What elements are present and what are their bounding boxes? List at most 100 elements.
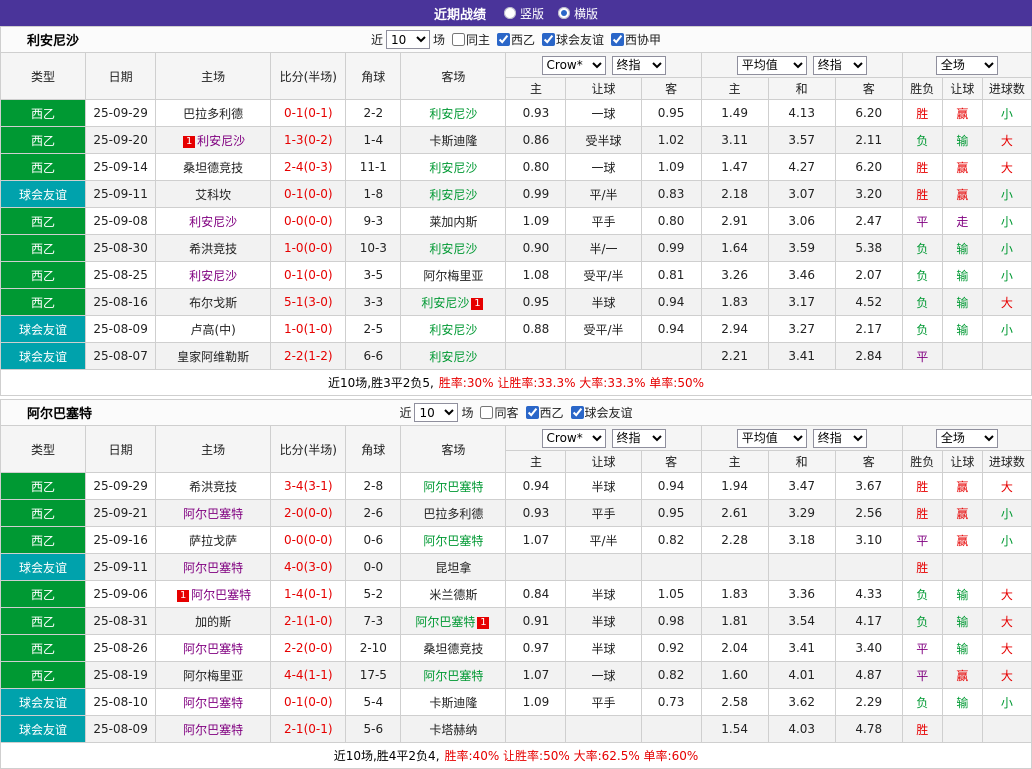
- date-cell: 25-08-19: [85, 661, 157, 689]
- corner-cell: 9-3: [345, 207, 402, 235]
- odds-cell: 1.81: [700, 607, 769, 635]
- section-2-filter-checkbox-1[interactable]: [480, 406, 494, 419]
- odds-cell: 1.09: [640, 153, 702, 181]
- section-2-company-select[interactable]: Crow*: [541, 428, 606, 448]
- odds-cell: 3.20: [834, 180, 903, 208]
- section-1-recent-count-select[interactable]: 10: [385, 30, 430, 49]
- score-cell: 0-1(0-1): [270, 99, 347, 127]
- away-team-cell: 巴拉多利德: [400, 499, 507, 527]
- sub-col-header: 客: [640, 450, 702, 473]
- section-1-filter-2[interactable]: 西乙: [493, 31, 535, 48]
- date-cell: 25-08-09: [85, 715, 157, 743]
- odds-cell: 0.97: [505, 634, 567, 662]
- section-2-full-select[interactable]: 全场: [935, 428, 998, 448]
- section-1-full-select[interactable]: 全场: [935, 55, 998, 75]
- date-cell: 25-09-21: [85, 499, 157, 527]
- section-1-filter-1[interactable]: 同主: [448, 31, 490, 48]
- sub-col-header: 让球: [565, 77, 642, 100]
- result-cell: 平: [901, 634, 943, 662]
- fulltime-header: 全场: [901, 52, 1032, 78]
- section-1-company-select[interactable]: Crow*: [541, 55, 606, 75]
- home-team-name: 皇家阿维勒斯: [177, 349, 250, 364]
- section-2-filter-3[interactable]: 球会友谊: [567, 404, 633, 421]
- section-2-final-select-2[interactable]: 终指: [812, 428, 867, 448]
- match-row: 西乙 25-09-08 利安尼沙 0-0(0-0) 9-3 莱加内斯 1.09 平手 0.80 2…: [0, 207, 1032, 235]
- home-team-name: 希洪竞技: [189, 241, 238, 256]
- odds-cell: 0.86: [505, 126, 567, 154]
- summary-prefix: 近10场,胜4平2负4,: [333, 749, 440, 763]
- odds-cell: 3.41: [767, 342, 836, 370]
- radio-option-1[interactable]: 竖版: [503, 5, 544, 22]
- odds-cell: 受平/半: [565, 261, 642, 289]
- result-cell: 负: [901, 234, 943, 262]
- corner-cell: 2-5: [345, 315, 402, 343]
- radio-icon[interactable]: [503, 7, 516, 19]
- section-2-recent-count-select[interactable]: 10: [414, 403, 459, 422]
- games-label: 场: [461, 406, 474, 420]
- odds-cell: 平手: [565, 499, 642, 527]
- filter-label: 球会友谊: [584, 406, 633, 420]
- odds-cell: 一球: [565, 153, 642, 181]
- date-cell: 25-08-16: [85, 288, 157, 316]
- odds-cell: 3.62: [767, 688, 836, 716]
- section-1-filter-4[interactable]: 西协甲: [607, 31, 661, 48]
- odds-cell: 半球: [565, 472, 642, 500]
- result-cell: 大: [981, 126, 1032, 154]
- sections: 利安尼沙近 10 场同主 西乙 球会友谊 西协甲 类型 日期 主场 比分(半场) 角球 客场 Crow*…: [0, 26, 1032, 769]
- away-team-cell: 卡斯迪隆: [400, 126, 507, 154]
- away-team-cell: 利安尼沙: [400, 315, 507, 343]
- match-row: 西乙 25-08-31 加的斯 2-1(1-0) 7-3 阿尔巴塞特 1 0.91 半球 0.98…: [0, 607, 1032, 635]
- away-team-cell: 卡塔赫纳: [400, 715, 507, 743]
- section-1-average-select[interactable]: 平均值: [736, 55, 807, 75]
- result-cell: 赢: [941, 661, 983, 689]
- result-cell: 大: [981, 472, 1032, 500]
- result-cell: 大: [981, 153, 1032, 181]
- col-header: 比分(半场): [270, 52, 347, 100]
- score-cell: 0-1(0-0): [270, 688, 347, 716]
- odds-cell: 0.90: [505, 234, 567, 262]
- summary-stats: 胜率:40% 让胜率:50% 大率:62.5% 单率:60%: [444, 749, 699, 763]
- section-1-filter-checkbox-2[interactable]: [497, 33, 510, 46]
- odds-cell: 平手: [565, 207, 642, 235]
- section-1-filter-3[interactable]: 球会友谊: [538, 31, 604, 48]
- date-cell: 25-09-08: [85, 207, 157, 235]
- section-1-filter-checkbox-3[interactable]: [542, 33, 556, 46]
- odds-cell: 2.28: [700, 526, 769, 554]
- score-cell: 0-0(0-0): [270, 526, 347, 554]
- corner-cell: 0-6: [345, 526, 402, 554]
- odds-cell: 3.10: [834, 526, 903, 554]
- section-2-filter-checkbox-2[interactable]: [525, 406, 539, 419]
- odds-cell: 0.94: [505, 472, 567, 500]
- section-2-final-select-1[interactable]: 终指: [611, 428, 666, 448]
- odds-cell: 半球: [565, 634, 642, 662]
- away-team-cell: 阿尔梅里亚: [400, 261, 507, 289]
- odds-cell: 1.08: [505, 261, 567, 289]
- odds-cell: 1.83: [700, 288, 769, 316]
- away-team-name: 利安尼沙: [429, 349, 478, 364]
- section-2-average-select[interactable]: 平均值: [736, 428, 807, 448]
- radio-icon[interactable]: [558, 7, 570, 19]
- odds-cell: 1.64: [700, 234, 769, 262]
- odds-cell: 0.98: [640, 607, 702, 635]
- match-row: 球会友谊 25-08-07 皇家阿维勒斯 2-2(1-2) 6-6 利安尼沙 2.21 3.4…: [0, 342, 1032, 370]
- league-type-cell: 球会友谊: [0, 342, 87, 370]
- result-cell: 胜: [901, 153, 943, 181]
- result-cell: 小: [981, 99, 1032, 127]
- home-team-cell: 加的斯: [155, 607, 272, 635]
- match-row: 西乙 25-09-14 桑坦德竞技 2-4(0-3) 11-1 利安尼沙 0.80 一球 1.0…: [0, 153, 1032, 181]
- section-2-filter-1[interactable]: 同客: [476, 404, 519, 421]
- section-1-filters: 近 10 场 同主 西乙 球会友谊 西协甲: [371, 30, 661, 49]
- odds-cell: 3.40: [834, 634, 903, 662]
- away-team-cell: 利安尼沙: [400, 153, 507, 181]
- league-type-cell: 西乙: [0, 661, 87, 689]
- sub-col-header: 进球数: [981, 450, 1032, 473]
- section-1-filter-checkbox-4[interactable]: [611, 33, 625, 46]
- section-1-filter-checkbox-1[interactable]: [451, 33, 465, 46]
- radio-option-2[interactable]: 横版: [558, 5, 598, 22]
- section-1-final-select-1[interactable]: 终指: [611, 55, 666, 75]
- sub-col-header: 主: [505, 77, 567, 100]
- section-1-final-select-2[interactable]: 终指: [812, 55, 867, 75]
- section-2-filter-2[interactable]: 西乙: [522, 404, 564, 421]
- section-2-filter-checkbox-3[interactable]: [570, 406, 584, 419]
- away-team-name: 阿尔巴塞特: [423, 479, 484, 494]
